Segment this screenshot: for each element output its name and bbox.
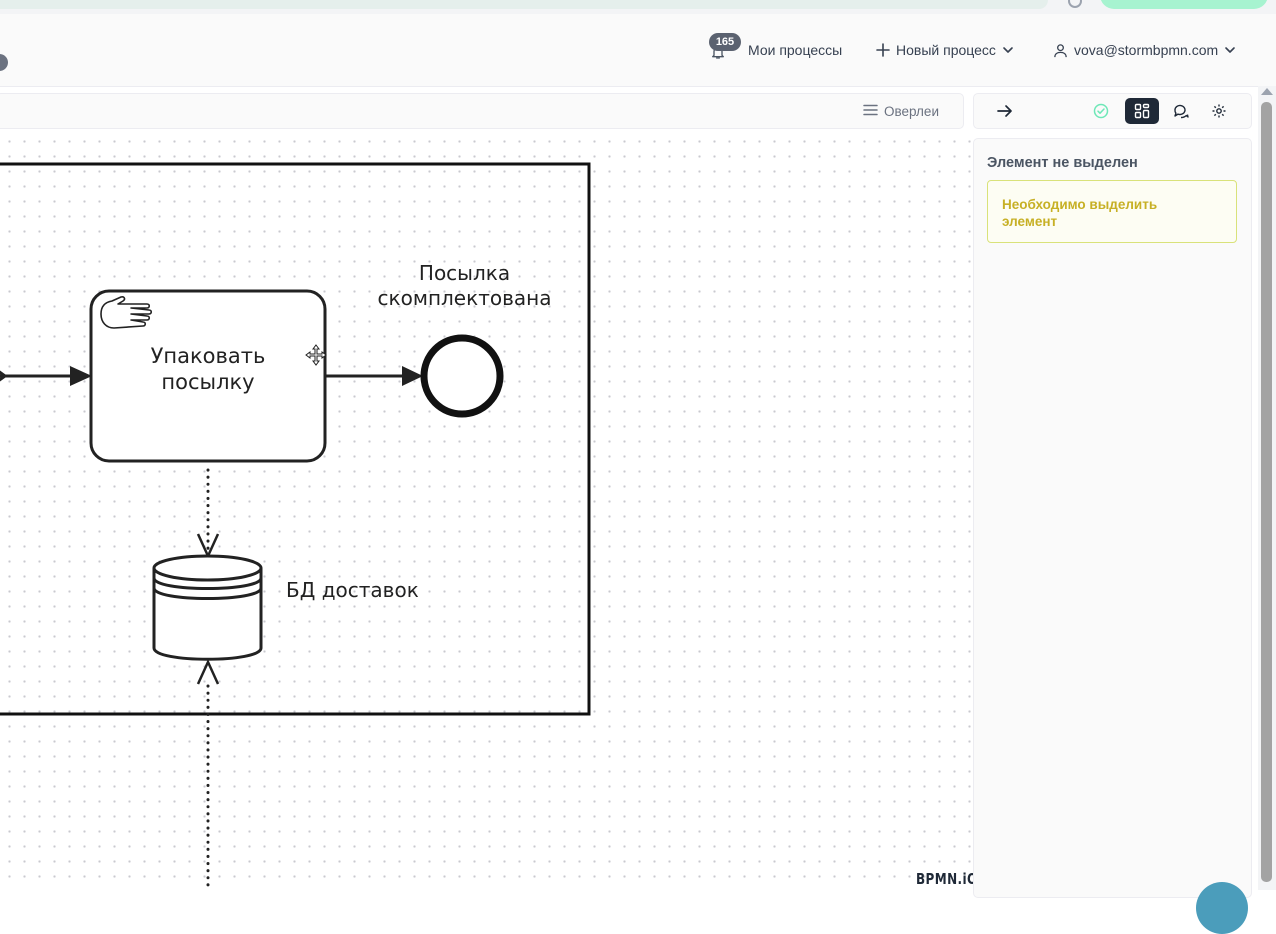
tab-collapse-panel[interactable]: [988, 98, 1022, 124]
settings-icon: [1212, 104, 1226, 118]
layout-grid-icon: [1134, 103, 1150, 119]
scroll-up-arrow-icon[interactable]: [1261, 88, 1273, 95]
tab-comments[interactable]: [1164, 98, 1198, 124]
arrow-right-icon: [997, 105, 1012, 117]
data-association-from-below[interactable]: [196, 658, 220, 890]
check-circle-icon: [1093, 103, 1109, 119]
browser-action-button[interactable]: [1100, 0, 1268, 9]
task-label-line: посылку: [161, 370, 255, 395]
task-label-line: Упаковать: [150, 344, 266, 368]
selection-warning: Необходимо выделить элемент: [987, 180, 1237, 243]
chevron-down-icon: [1002, 44, 1014, 56]
scrollbar-thumb[interactable]: [1261, 102, 1272, 882]
page-scrollbar[interactable]: [1258, 86, 1276, 890]
sequence-flow-to-end[interactable]: [326, 366, 423, 386]
data-store[interactable]: [152, 554, 263, 661]
user-icon: [1053, 43, 1068, 58]
browser-extension-icon[interactable]: [1068, 0, 1082, 8]
data-store-label: БД доставок: [286, 578, 419, 602]
panel-title: Элемент не выделен: [987, 155, 1138, 171]
sequence-flow-incoming[interactable]: [0, 366, 92, 386]
selection-warning-line: элемент: [1002, 214, 1058, 229]
properties-panel: Элемент не выделен Необходимо выделить э…: [973, 138, 1252, 898]
data-association-to-store[interactable]: [196, 468, 220, 560]
tab-settings[interactable]: [1202, 98, 1236, 124]
selection-warning-line: Необходимо выделить: [1002, 197, 1158, 212]
end-event-label: Посылка скомплектована: [362, 261, 567, 311]
move-cursor-icon: [305, 344, 327, 366]
comments-icon: [1174, 104, 1189, 119]
panel-tab-bar: [973, 93, 1252, 129]
chevron-down-icon: [1224, 44, 1236, 56]
end-event-label-line: скомплектована: [377, 286, 552, 310]
tab-validation[interactable]: [1084, 98, 1118, 124]
tab-properties[interactable]: [1125, 98, 1159, 124]
bpmn-diagram: [0, 162, 591, 890]
user-menu[interactable]: vova@stormbpmn.com: [1053, 40, 1236, 60]
end-event-label-line: Посылка: [418, 261, 511, 285]
user-email: vova@stormbpmn.com: [1074, 42, 1219, 58]
end-event[interactable]: [420, 334, 504, 418]
bpmn-io-watermark[interactable]: BPMN.iO: [916, 870, 978, 888]
task-label: Упаковать посылку: [92, 343, 324, 396]
